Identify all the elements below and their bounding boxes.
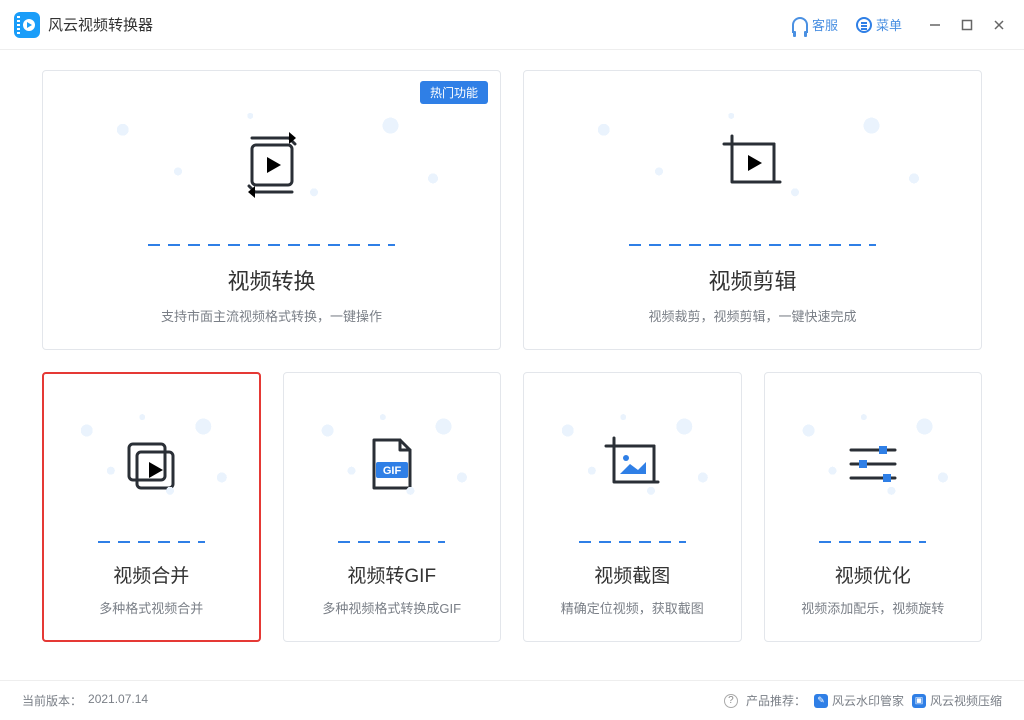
separator	[98, 541, 205, 543]
customer-service-button[interactable]: 客服	[792, 15, 838, 34]
card-desc: 多种格式视频合并	[99, 598, 203, 617]
separator	[338, 541, 445, 543]
minimize-button[interactable]	[928, 18, 942, 32]
card-video-optimize[interactable]: 视频优化 视频添加配乐，视频旋转	[764, 372, 983, 642]
card-desc: 精确定位视频，获取截图	[561, 598, 704, 617]
separator	[819, 541, 926, 543]
app-logo-icon	[14, 12, 40, 38]
card-title: 视频优化	[835, 561, 911, 588]
titlebar-left: 风云视频转换器	[14, 12, 153, 38]
card-desc: 多种视频格式转换成GIF	[322, 598, 461, 617]
content: 热门功能 视频转换 支持市面主流视频格式转换，一键操作	[0, 50, 1024, 642]
card-desc: 支持市面主流视频格式转换，一键操作	[161, 306, 382, 325]
close-button[interactable]	[992, 18, 1006, 32]
merge-icon	[59, 397, 244, 531]
convert-icon	[59, 95, 484, 234]
maximize-button[interactable]	[960, 18, 974, 32]
card-video-to-gif[interactable]: GIF 视频转GIF 多种视频格式转换成GIF	[283, 372, 502, 642]
card-title: 视频转换	[227, 264, 315, 296]
help-icon[interactable]: ?	[724, 694, 738, 708]
recommend-label-2: 风云视频压缩	[930, 692, 1002, 709]
product-icon: ▣	[912, 694, 926, 708]
version-value: 2021.07.14	[88, 692, 148, 709]
separator	[629, 244, 876, 246]
gif-icon: GIF	[300, 397, 485, 531]
svg-text:GIF: GIF	[383, 465, 402, 477]
card-video-screenshot[interactable]: 视频截图 精确定位视频，获取截图	[523, 372, 742, 642]
titlebar-right: 客服 菜单	[792, 15, 1006, 34]
card-title: 视频截图	[594, 561, 670, 588]
version-label: 当前版本：	[22, 692, 82, 709]
headset-icon	[792, 17, 808, 33]
version-info: 当前版本： 2021.07.14	[22, 692, 148, 709]
card-title: 视频剪辑	[708, 264, 796, 296]
customer-service-label: 客服	[812, 15, 838, 34]
separator	[579, 541, 686, 543]
screenshot-icon	[540, 397, 725, 531]
menu-icon	[856, 17, 872, 33]
product-icon: ✎	[814, 694, 828, 708]
recommend-watermark[interactable]: ✎ 风云水印管家	[814, 692, 904, 709]
card-desc: 视频裁剪，视频剪辑，一键快速完成	[648, 306, 856, 325]
separator	[148, 244, 395, 246]
menu-label: 菜单	[876, 15, 902, 34]
menu-button[interactable]: 菜单	[856, 15, 902, 34]
window-controls	[928, 18, 1006, 32]
recommend-label-1: 风云水印管家	[832, 692, 904, 709]
optimize-icon	[781, 397, 966, 531]
card-video-edit[interactable]: 视频剪辑 视频裁剪，视频剪辑，一键快速完成	[523, 70, 982, 350]
card-title: 视频转GIF	[347, 561, 436, 588]
app-title: 风云视频转换器	[48, 14, 153, 35]
feature-row-1: 热门功能 视频转换 支持市面主流视频格式转换，一键操作	[42, 70, 982, 350]
recommendations: ? 产品推荐： ✎ 风云水印管家 ▣ 风云视频压缩	[724, 692, 1002, 709]
recommend-compress[interactable]: ▣ 风云视频压缩	[912, 692, 1002, 709]
titlebar: 风云视频转换器 客服 菜单	[0, 0, 1024, 50]
footer: 当前版本： 2021.07.14 ? 产品推荐： ✎ 风云水印管家 ▣ 风云视频…	[0, 680, 1024, 720]
card-desc: 视频添加配乐，视频旋转	[801, 598, 944, 617]
recommend-label: 产品推荐：	[746, 692, 806, 709]
edit-icon	[540, 95, 965, 234]
feature-row-2: 视频合并 多种格式视频合并 GIF 视频转GIF 多种视频格式转换成GIF	[42, 372, 982, 642]
card-video-convert[interactable]: 热门功能 视频转换 支持市面主流视频格式转换，一键操作	[42, 70, 501, 350]
card-video-merge[interactable]: 视频合并 多种格式视频合并	[42, 372, 261, 642]
card-title: 视频合并	[113, 561, 189, 588]
